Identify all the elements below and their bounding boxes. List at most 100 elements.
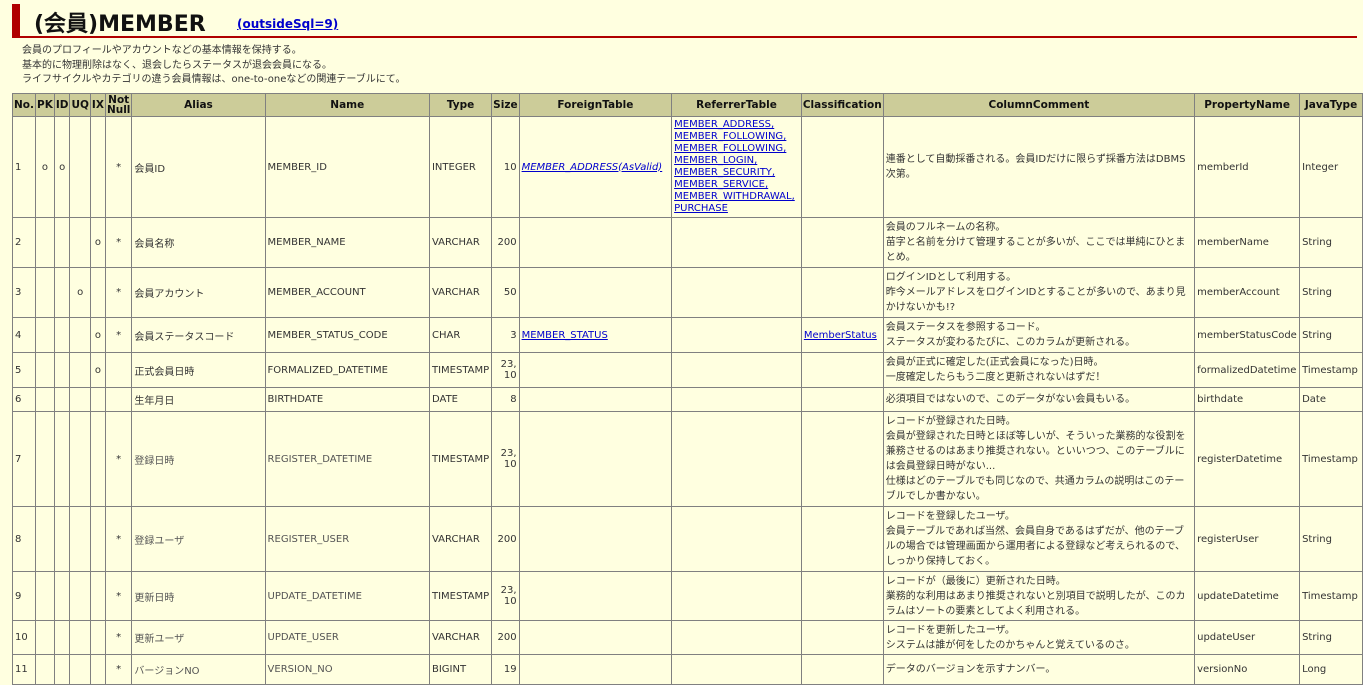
cell-type: TIMESTAMP	[428, 571, 493, 621]
classification-link[interactable]: MemberStatus	[804, 330, 877, 341]
size-line: 50	[503, 287, 517, 298]
column-rows: 1 o o * 会員ID MEMBER_ID INTEGER 10 MEMBER_ADDRESS…	[12, 116, 1363, 685]
cell-column-comment: レコードを登録したユーザ。 会員テーブルであれば当然、会員自身であるはずだが、他の…	[882, 506, 1196, 572]
cell-uq	[69, 352, 91, 388]
cell-alias: 会員ID	[131, 116, 266, 218]
header-name: Name	[264, 93, 430, 117]
cell-size: 8	[491, 387, 520, 412]
referrer-table-link[interactable]: MEMBER_WITHDRAWAL,	[674, 191, 795, 202]
cell-pk	[35, 387, 55, 412]
header-no: No.	[12, 93, 36, 117]
cell-not-null: *	[104, 116, 133, 218]
cell-foreign-table	[518, 352, 673, 388]
cell-no: 10	[12, 620, 36, 655]
cell-type: VARCHAR	[428, 217, 493, 268]
cell-alias: 更新日時	[131, 571, 266, 621]
cell-alias: 登録ユーザ	[131, 506, 266, 572]
cell-property-name: birthdate	[1194, 387, 1301, 412]
cell-uq: o	[69, 267, 91, 318]
cell-classification	[800, 506, 884, 572]
cell-no: 4	[12, 317, 36, 353]
cell-name: UPDATE_USER	[264, 620, 430, 655]
referrer-table-link[interactable]: PURCHASE	[674, 203, 728, 214]
comment-line: レコードを更新したユーザ。	[885, 624, 1015, 636]
cell-ix	[89, 654, 106, 685]
cell-classification: MemberStatus	[800, 317, 884, 353]
foreign-table-link[interactable]: MEMBER_ADDRESS(AsValid)	[522, 162, 663, 173]
size-line: 19	[503, 664, 517, 675]
page-title-bar: (会員)MEMBER (outsideSql=9)	[12, 4, 1357, 38]
cell-no: 2	[12, 217, 36, 268]
table-row: 4 o * 会員ステータスコード MEMBER_STATUS_CODE CHAR 3 MEMB…	[12, 317, 1363, 353]
cell-pk	[35, 352, 55, 388]
cell-uq	[69, 571, 91, 621]
cell-referrer-table	[671, 267, 802, 318]
table-description: 会員のプロフィールやアカウントなどの基本情報を保持する。 基本的に物理削除はなく…	[22, 44, 405, 88]
cell-referrer-table	[671, 411, 802, 507]
cell-name: MEMBER_STATUS_CODE	[264, 317, 430, 353]
cell-java-type: Timestamp	[1299, 571, 1363, 621]
cell-foreign-table	[518, 506, 673, 572]
cell-foreign-table	[518, 267, 673, 318]
cell-size: 200	[491, 217, 520, 268]
cell-referrer-table	[671, 317, 802, 353]
header-column-comment: ColumnComment	[882, 93, 1196, 117]
cell-id	[53, 317, 71, 353]
header-foreign-table: ForeignTable	[518, 93, 673, 117]
cell-pk	[35, 571, 55, 621]
cell-foreign-table: MEMBER_STATUS	[518, 317, 673, 353]
cell-type: DATE	[428, 387, 493, 412]
cell-ix	[89, 116, 106, 218]
referrer-table-link[interactable]: MEMBER_ADDRESS,	[674, 119, 774, 130]
cell-name: REGISTER_USER	[264, 506, 430, 572]
cell-no: 5	[12, 352, 36, 388]
comment-line: データのバージョンを示すナンバー。	[885, 664, 1056, 675]
header-not-null: Not Null	[104, 93, 133, 117]
cell-foreign-table	[518, 571, 673, 621]
cell-size: 23, 10	[491, 411, 520, 507]
cell-size: 3	[491, 317, 520, 353]
cell-foreign-table	[518, 620, 673, 655]
description-line: 基本的に物理削除はなく、退会したらステータスが退会会員になる。	[22, 59, 332, 71]
cell-not-null	[104, 352, 133, 388]
cell-type: VARCHAR	[428, 506, 493, 572]
cell-ix	[89, 411, 106, 507]
cell-column-comment: レコードが（最後に）更新された日時。 業務的な利用はあまり推奨されないと別項目で説…	[882, 571, 1196, 621]
comment-line: ログインIDとして利用する。	[885, 272, 1017, 283]
cell-not-null: *	[104, 620, 133, 655]
cell-type: TIMESTAMP	[428, 411, 493, 507]
cell-not-null: *	[104, 217, 133, 268]
cell-not-null: *	[104, 317, 133, 353]
cell-property-name: memberAccount	[1194, 267, 1301, 318]
cell-pk	[35, 217, 55, 268]
cell-alias: 登録日時	[131, 411, 266, 507]
table-row: 7 * 登録日時 REGISTER_DATETIME TIMESTAMP 23, 10 レコー…	[12, 411, 1363, 507]
header-size: Size	[491, 93, 520, 117]
outside-sql-link[interactable]: (outsideSql=9)	[237, 17, 338, 31]
cell-name: MEMBER_ID	[264, 116, 430, 218]
comment-line: レコードが登録された日時。	[885, 416, 1016, 427]
referrer-table-link[interactable]: MEMBER_FOLLOWING,	[674, 131, 786, 142]
cell-foreign-table	[518, 411, 673, 507]
cell-pk: o	[35, 116, 55, 218]
cell-not-null: *	[104, 267, 133, 318]
cell-size: 200	[491, 506, 520, 572]
referrer-table-link[interactable]: MEMBER_SERVICE,	[674, 179, 768, 190]
foreign-table-link[interactable]: MEMBER_STATUS	[522, 330, 608, 341]
referrer-table-link[interactable]: MEMBER_SECURITY,	[674, 167, 775, 178]
cell-not-null: *	[104, 506, 133, 572]
cell-id	[53, 352, 71, 388]
size-line: 10	[503, 161, 517, 173]
cell-size: 19	[491, 654, 520, 685]
comment-line: ステータスが変わるたびに、このカラムが更新される。	[885, 337, 1136, 348]
cell-column-comment: レコードが登録された日時。 会員が登録された日時とほぼ等しいが、そういった業務的な…	[882, 411, 1196, 507]
referrer-table-link[interactable]: MEMBER_FOLLOWING,	[674, 143, 786, 154]
referrer-table-link[interactable]: MEMBER_LOGIN,	[674, 155, 757, 166]
cell-java-type: String	[1299, 620, 1363, 655]
cell-no: 1	[12, 116, 36, 218]
size-line: 200	[497, 237, 517, 248]
cell-alias: バージョンNO	[131, 654, 266, 685]
cell-property-name: formalizedDatetime	[1194, 352, 1301, 388]
header-property-name: PropertyName	[1194, 93, 1301, 117]
size-line: 10	[503, 596, 517, 607]
